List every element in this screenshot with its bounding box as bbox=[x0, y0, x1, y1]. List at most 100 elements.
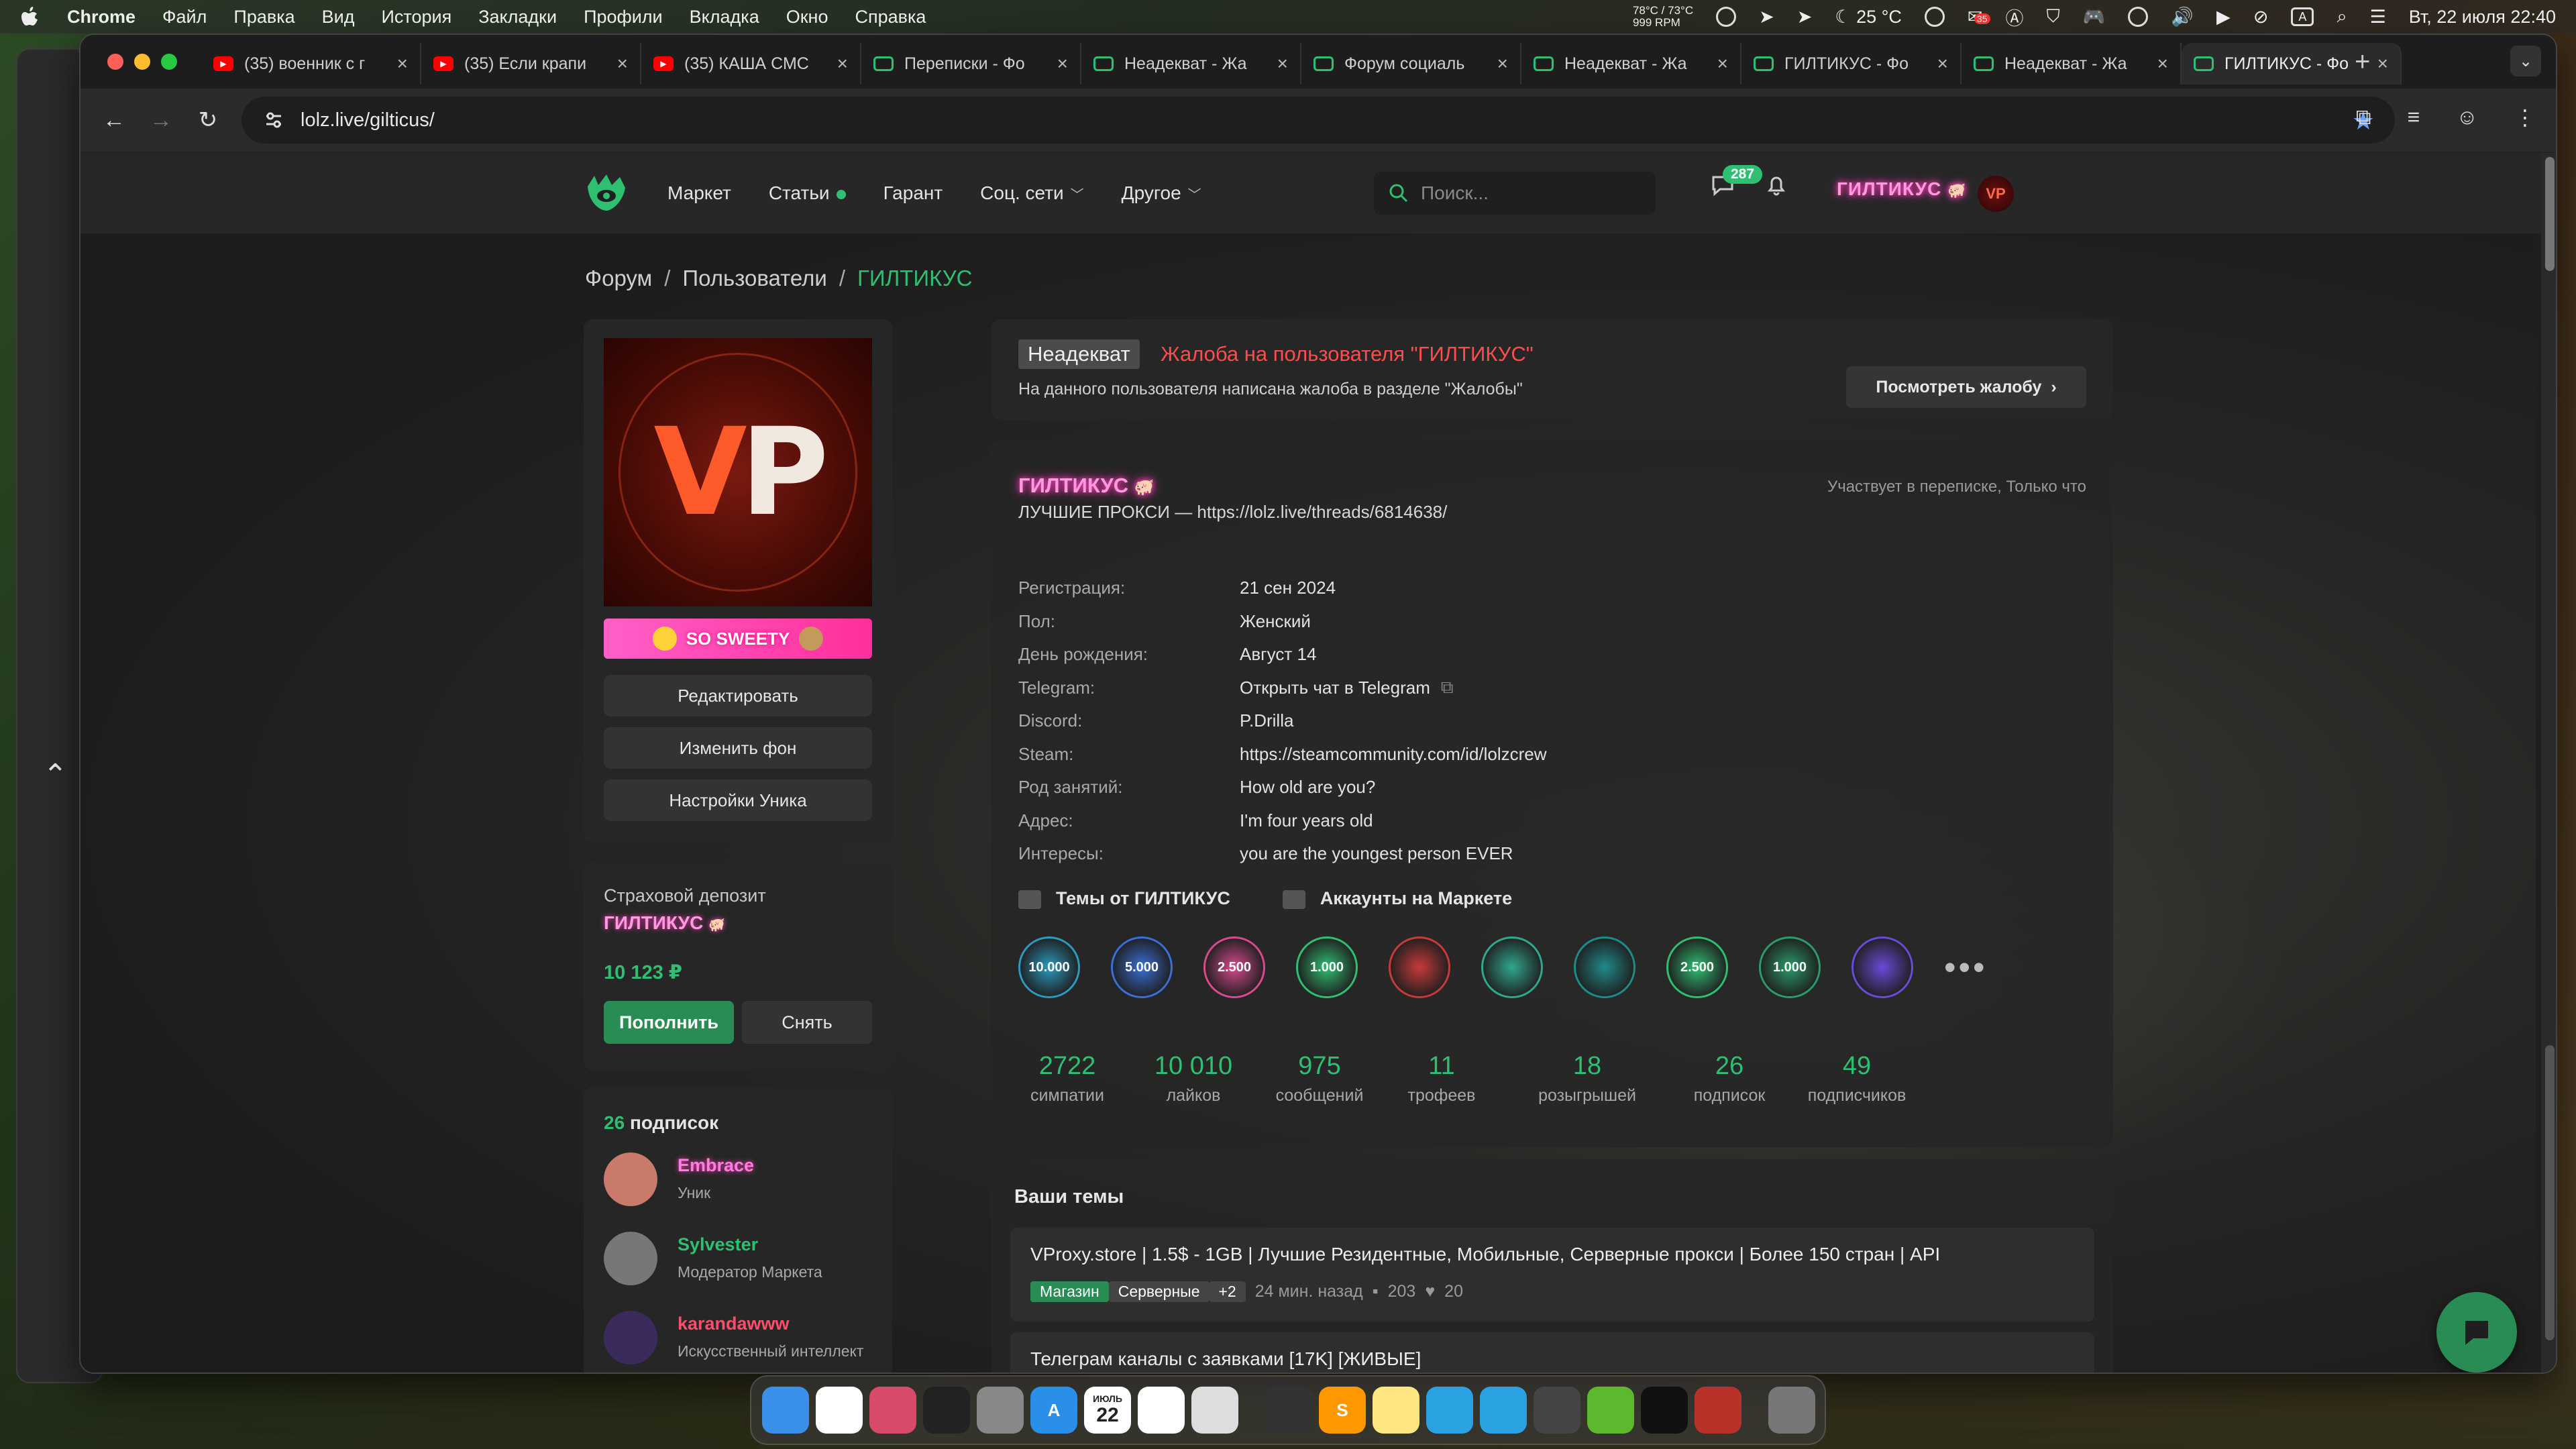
profile-stat[interactable]: 49 подписчиков bbox=[1791, 1052, 1923, 1106]
control-center-icon[interactable]: ☰ bbox=[2370, 7, 2386, 28]
minimize-window-button[interactable] bbox=[134, 54, 150, 70]
subscription-name[interactable]: karandawww bbox=[678, 1313, 790, 1334]
trophy-badge-icon[interactable]: 5.000 bbox=[1111, 936, 1173, 998]
close-tab-icon[interactable]: × bbox=[1717, 53, 1728, 74]
profile-stat[interactable]: 11 трофеев bbox=[1393, 1052, 1491, 1106]
menubar-item-file[interactable]: Файл bbox=[162, 7, 207, 28]
breadcrumb-users[interactable]: Пользователи bbox=[682, 266, 826, 290]
dock-telegram-icon[interactable] bbox=[1426, 1387, 1473, 1434]
nav-other[interactable]: Другое ﹀ bbox=[1122, 182, 1201, 204]
dock-sublime-icon[interactable]: S bbox=[1319, 1387, 1366, 1434]
topic-tag[interactable]: +2 bbox=[1209, 1281, 1246, 1302]
menubar-item-profiles[interactable]: Профили bbox=[584, 7, 663, 28]
menubar-item-window[interactable]: Окно bbox=[786, 7, 828, 28]
browser-tab[interactable]: Форум социаль × bbox=[1301, 43, 1521, 85]
edit-profile-button[interactable]: Редактировать bbox=[604, 675, 872, 716]
info-value[interactable]: https://steamcommunity.com/id/lolzcrew bbox=[1240, 744, 1547, 765]
tab-search-button[interactable]: ⌄ bbox=[2510, 46, 2541, 76]
avatar[interactable] bbox=[604, 1232, 657, 1285]
reload-button[interactable]: ↻ bbox=[188, 100, 228, 140]
play-status-icon[interactable]: ▶ bbox=[2216, 7, 2231, 28]
close-window-button[interactable] bbox=[107, 54, 123, 70]
dock-app18-icon[interactable] bbox=[1695, 1387, 1741, 1434]
copy-icon[interactable]: ⧉ bbox=[1441, 677, 1454, 698]
close-tab-icon[interactable]: × bbox=[1937, 53, 1948, 74]
close-tab-icon[interactable]: × bbox=[397, 53, 408, 74]
trophy-badge-icon[interactable]: 1.000 bbox=[1296, 936, 1358, 998]
change-background-button[interactable]: Изменить фон bbox=[604, 727, 872, 769]
menubar-item-bookmarks[interactable]: Закладки bbox=[478, 7, 557, 28]
weather-status[interactable]: ☾ 25 °C bbox=[1835, 7, 1902, 28]
sensor-readout[interactable]: 78°C / 73°C 999 RPM bbox=[1633, 5, 1693, 29]
subscription-name[interactable]: Embrace bbox=[678, 1155, 754, 1176]
menubar-item-history[interactable]: История bbox=[381, 7, 451, 28]
trophy-badge-icon[interactable] bbox=[1389, 936, 1450, 998]
profile-status[interactable]: ЛУЧШИЕ ПРОКСИ — https://lolz.live/thread… bbox=[1018, 502, 1447, 523]
telegram-status-icon[interactable]: ➤ bbox=[1759, 7, 1774, 28]
trophy-badge-icon[interactable]: 10.000 bbox=[1018, 936, 1080, 998]
anarchy-status-icon[interactable]: Ⓐ bbox=[2006, 4, 2024, 30]
url-text[interactable]: lolz.live/gilticus/ bbox=[301, 109, 435, 131]
profile-icon[interactable]: ☺ bbox=[2456, 105, 2478, 130]
wordpress-status-icon[interactable] bbox=[1924, 7, 1945, 27]
subscription-item[interactable]: Sylvester Модератор Маркета bbox=[604, 1232, 879, 1305]
dock-terminal-icon[interactable] bbox=[1641, 1387, 1688, 1434]
trophy-badge-icon[interactable]: 1.000 bbox=[1759, 936, 1821, 998]
gamepad-status-icon[interactable]: 🎮 bbox=[2083, 6, 2106, 28]
subscriptions-header[interactable]: 26 подписок bbox=[604, 1112, 718, 1134]
input-language-icon[interactable]: A bbox=[2291, 7, 2314, 26]
header-avatar[interactable]: VP bbox=[1978, 176, 2014, 212]
close-tab-icon[interactable]: × bbox=[1057, 53, 1068, 74]
trophy-badge-icon[interactable]: 2.500 bbox=[1666, 936, 1728, 998]
browser-tab[interactable]: ▶ (35) Если крапи × bbox=[421, 43, 641, 85]
topup-button[interactable]: Пополнить bbox=[604, 1001, 734, 1044]
dock-notes-icon[interactable] bbox=[1373, 1387, 1419, 1434]
browser-tab[interactable]: Неадекват - Жа × bbox=[1521, 43, 1741, 85]
menubar-item-tab[interactable]: Вкладка bbox=[690, 7, 759, 28]
dock-telegram2-icon[interactable] bbox=[1480, 1387, 1527, 1434]
address-bar[interactable]: lolz.live/gilticus/ ★ bbox=[241, 97, 2395, 144]
browser-tab[interactable]: Переписки - Фо × bbox=[861, 43, 1081, 85]
unique-settings-button[interactable]: Настройки Уника bbox=[604, 780, 872, 821]
dock-app15-icon[interactable] bbox=[1534, 1387, 1580, 1434]
dock-app3-icon[interactable] bbox=[869, 1387, 916, 1434]
close-tab-icon[interactable]: × bbox=[1497, 53, 1508, 74]
wordpress-status-icon-2[interactable] bbox=[2128, 7, 2149, 27]
dock-trash-icon[interactable] bbox=[1768, 1387, 1815, 1434]
dock-appstore-icon[interactable]: A bbox=[1030, 1387, 1077, 1434]
topic-title[interactable]: Телеграм каналы с заявками [17K] [ЖИВЫЕ] bbox=[1030, 1348, 1421, 1370]
profile-stat[interactable]: 26 подписок bbox=[1674, 1052, 1784, 1106]
close-tab-icon[interactable]: × bbox=[617, 53, 628, 74]
topic-item[interactable]: Телеграм каналы с заявками [17K] [ЖИВЫЕ]… bbox=[1010, 1332, 2094, 1373]
trophy-badge-icon[interactable] bbox=[1574, 936, 1635, 998]
close-tab-icon[interactable]: × bbox=[2377, 53, 2388, 74]
info-value[interactable]: Открыть чат в Telegram bbox=[1240, 678, 1430, 698]
menubar-item-edit[interactable]: Правка bbox=[233, 7, 294, 28]
header-username[interactable]: ГИЛТИКУС 🐖 bbox=[1837, 178, 1967, 200]
dock-app4-icon[interactable] bbox=[923, 1387, 970, 1434]
subscription-item[interactable]: Embrace Уник bbox=[604, 1152, 879, 1226]
complaint-title[interactable]: Жалоба на пользователя "ГИЛТИКУС" bbox=[1161, 342, 1534, 366]
browser-tab[interactable]: ГИЛТИКУС - Фо × bbox=[1741, 43, 1962, 85]
scrollbar-thumb[interactable] bbox=[2545, 157, 2555, 271]
more-trophies-icon[interactable]: ••• bbox=[1944, 948, 1988, 987]
dock-calendar-icon[interactable]: ИЮЛЬ 22 bbox=[1084, 1387, 1131, 1434]
notification-status-icon[interactable]: ✉35 bbox=[1968, 7, 1990, 28]
page-scrollbar[interactable] bbox=[2541, 153, 2556, 1373]
topic-tag[interactable]: Серверные bbox=[1108, 1281, 1210, 1302]
nav-market[interactable]: Маркет bbox=[667, 182, 731, 204]
back-button[interactable]: ← bbox=[94, 100, 134, 140]
profile-stat[interactable]: 18 розыгрышей bbox=[1521, 1052, 1653, 1106]
view-complaint-button[interactable]: Посмотреть жалобу › bbox=[1846, 366, 2086, 408]
avatar[interactable] bbox=[604, 1311, 657, 1364]
shield-status-icon[interactable]: ⛉ bbox=[2047, 6, 2060, 28]
forward-button[interactable]: → bbox=[141, 100, 181, 140]
telegram-status-icon-2[interactable]: ➤ bbox=[1797, 7, 1813, 28]
subscription-name[interactable]: Sylvester bbox=[678, 1234, 758, 1255]
nav-social[interactable]: Соц. сети ﹀ bbox=[980, 182, 1084, 204]
zoom-window-button[interactable] bbox=[161, 54, 177, 70]
nav-guarantor[interactable]: Гарант bbox=[883, 182, 943, 204]
profile-stat[interactable]: 10 010 лайков bbox=[1135, 1052, 1252, 1106]
topic-item[interactable]: VProxy.store | 1.5$ - 1GB | Лучшие Резид… bbox=[1010, 1228, 2094, 1322]
scroll-up-chevron-icon[interactable]: ⌃ bbox=[43, 758, 68, 792]
